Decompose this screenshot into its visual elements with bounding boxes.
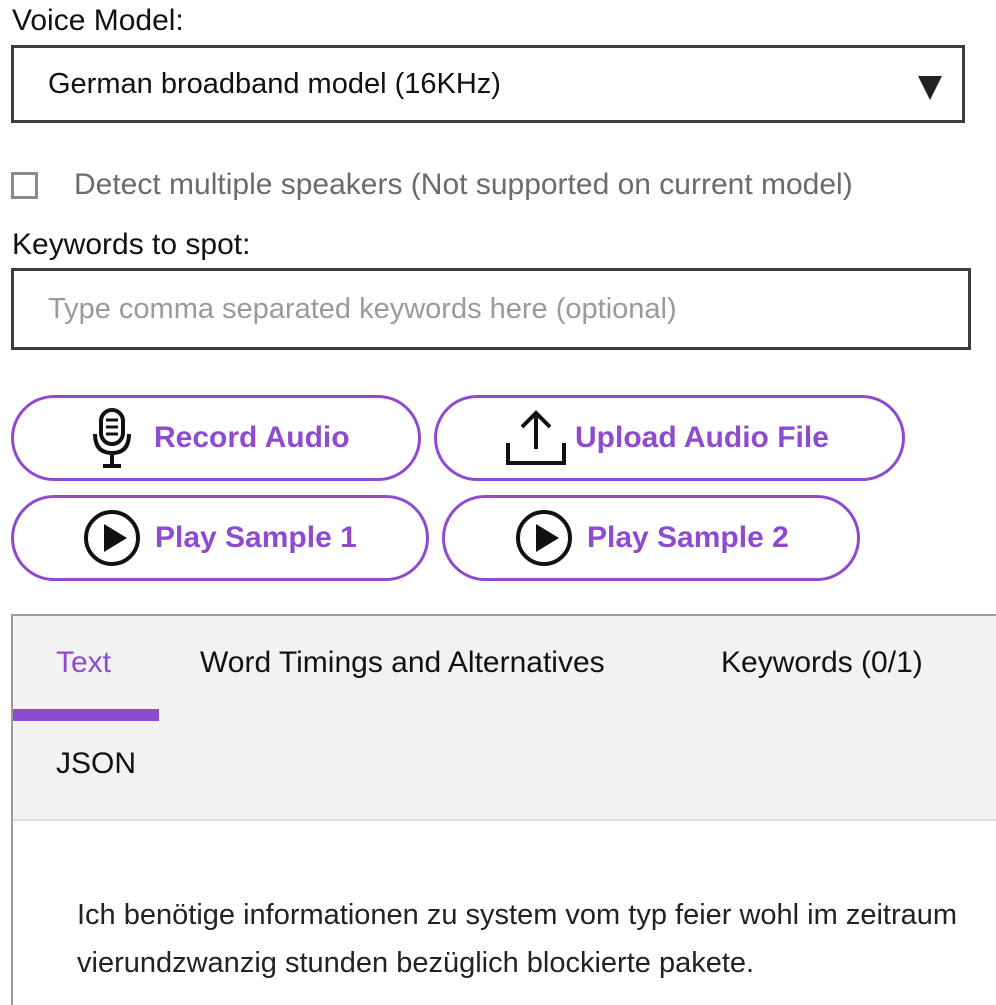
microphone-icon bbox=[92, 407, 132, 469]
voice-model-label: Voice Model: bbox=[12, 4, 184, 37]
active-tab-indicator bbox=[13, 709, 159, 721]
voice-model-selected-value: German broadband model (16KHz) bbox=[48, 67, 501, 100]
record-audio-label: Record Audio bbox=[154, 421, 350, 454]
detect-speakers-label: Detect multiple speakers (Not supported … bbox=[74, 168, 853, 201]
play-sample-2-label: Play Sample 2 bbox=[587, 521, 789, 554]
play-sample-1-button[interactable]: Play Sample 1 bbox=[11, 495, 429, 581]
detect-speakers-row[interactable]: Detect multiple speakers (Not supported … bbox=[11, 166, 853, 204]
play-sample-1-label: Play Sample 1 bbox=[155, 521, 357, 554]
tab-json[interactable]: JSON bbox=[56, 747, 136, 781]
tab-keywords[interactable]: Keywords (0/1) bbox=[721, 646, 923, 680]
upload-audio-button[interactable]: Upload Audio File bbox=[434, 395, 905, 481]
play-circle-icon bbox=[515, 509, 573, 567]
results-panel: Text Word Timings and Alternatives Keywo… bbox=[11, 614, 996, 1005]
results-tab-bar: Text Word Timings and Alternatives Keywo… bbox=[13, 616, 996, 821]
tab-word-timings[interactable]: Word Timings and Alternatives bbox=[200, 646, 605, 680]
record-audio-button[interactable]: Record Audio bbox=[11, 395, 421, 481]
detect-speakers-checkbox[interactable] bbox=[11, 171, 38, 199]
play-sample-2-button[interactable]: Play Sample 2 bbox=[442, 495, 860, 581]
upload-icon bbox=[505, 409, 567, 467]
speech-to-text-demo: Voice Model: German broadband model (16K… bbox=[0, 0, 996, 1005]
play-circle-icon bbox=[83, 509, 141, 567]
triangle-down-icon bbox=[918, 76, 942, 100]
transcript-text: Ich benötige informationen zu system vom… bbox=[77, 899, 958, 979]
voice-model-select[interactable]: German broadband model (16KHz) bbox=[11, 45, 965, 123]
keywords-label: Keywords to spot: bbox=[12, 228, 251, 261]
keywords-input[interactable] bbox=[11, 268, 971, 350]
tab-text[interactable]: Text bbox=[56, 646, 111, 680]
upload-audio-label: Upload Audio File bbox=[575, 421, 829, 454]
